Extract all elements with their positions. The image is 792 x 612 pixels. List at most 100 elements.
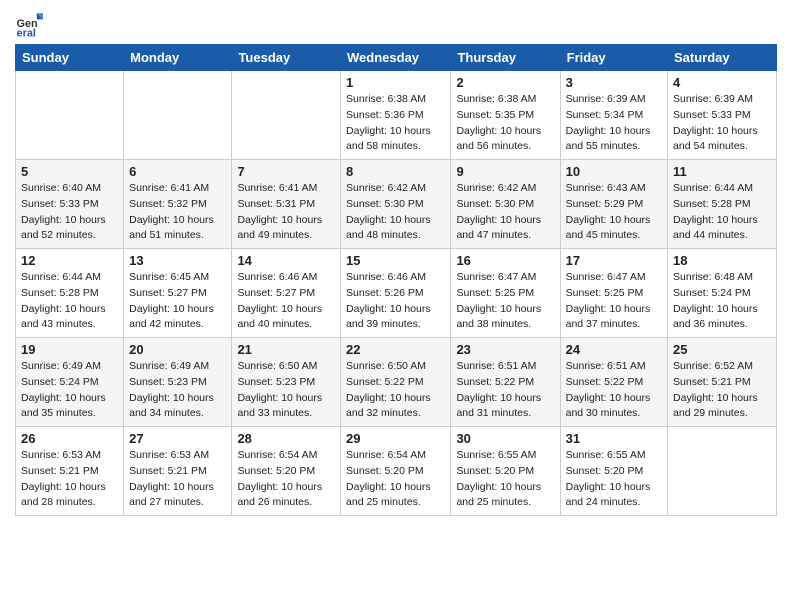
day-number: 18 [673, 253, 771, 268]
day-info: Sunrise: 6:43 AM Sunset: 5:29 PM Dayligh… [566, 181, 662, 244]
header-sunday: Sunday [16, 45, 124, 71]
calendar-cell: 18 Sunrise: 6:48 AM Sunset: 5:24 PM Dayli… [668, 249, 777, 338]
day-info: Sunrise: 6:47 AM Sunset: 5:25 PM Dayligh… [566, 270, 662, 333]
calendar-row: 5 Sunrise: 6:40 AM Sunset: 5:33 PM Daylig… [16, 160, 777, 249]
day-number: 29 [346, 431, 445, 446]
day-info: Sunrise: 6:48 AM Sunset: 5:24 PM Dayligh… [673, 270, 771, 333]
day-number: 4 [673, 75, 771, 90]
calendar-cell: 4 Sunrise: 6:39 AM Sunset: 5:33 PM Daylig… [668, 71, 777, 160]
calendar-cell: 8 Sunrise: 6:42 AM Sunset: 5:30 PM Daylig… [341, 160, 451, 249]
day-info: Sunrise: 6:53 AM Sunset: 5:21 PM Dayligh… [21, 448, 118, 511]
day-number: 7 [237, 164, 335, 179]
header-saturday: Saturday [668, 45, 777, 71]
calendar-cell: 16 Sunrise: 6:47 AM Sunset: 5:25 PM Dayli… [451, 249, 560, 338]
calendar-cell: 31 Sunrise: 6:55 AM Sunset: 5:20 PM Dayli… [560, 427, 667, 516]
day-info: Sunrise: 6:41 AM Sunset: 5:32 PM Dayligh… [129, 181, 226, 244]
calendar-cell: 1 Sunrise: 6:38 AM Sunset: 5:36 PM Daylig… [341, 71, 451, 160]
header-thursday: Thursday [451, 45, 560, 71]
day-number: 13 [129, 253, 226, 268]
day-number: 2 [456, 75, 554, 90]
page-header: Gen eral [15, 10, 777, 38]
day-info: Sunrise: 6:54 AM Sunset: 5:20 PM Dayligh… [346, 448, 445, 511]
day-number: 6 [129, 164, 226, 179]
day-number: 27 [129, 431, 226, 446]
day-number: 12 [21, 253, 118, 268]
calendar-cell: 14Sunrise: 6:46 AM Sunset: 5:27 PM Dayli… [232, 249, 341, 338]
day-info: Sunrise: 6:46 AM Sunset: 5:26 PM Dayligh… [346, 270, 445, 333]
calendar-row: 19 Sunrise: 6:49 AM Sunset: 5:24 PM Dayli… [16, 338, 777, 427]
day-number: 20 [129, 342, 226, 357]
calendar-table: SundayMondayTuesdayWednesdayThursdayFrid… [15, 44, 777, 516]
day-number: 11 [673, 164, 771, 179]
day-info: Sunrise: 6:39 AM Sunset: 5:34 PM Dayligh… [566, 92, 662, 155]
day-number: 31 [566, 431, 662, 446]
day-info: Sunrise: 6:40 AM Sunset: 5:33 PM Dayligh… [21, 181, 118, 244]
day-info: Sunrise: 6:50 AM Sunset: 5:22 PM Dayligh… [346, 359, 445, 422]
day-number: 10 [566, 164, 662, 179]
calendar-cell: 10 Sunrise: 6:43 AM Sunset: 5:29 PM Dayli… [560, 160, 667, 249]
header-row: SundayMondayTuesdayWednesdayThursdayFrid… [16, 45, 777, 71]
logo-icon: Gen eral [15, 10, 43, 38]
calendar-cell: 25 Sunrise: 6:52 AM Sunset: 5:21 PM Dayli… [668, 338, 777, 427]
calendar-row: 12 Sunrise: 6:44 AM Sunset: 5:28 PM Dayli… [16, 249, 777, 338]
day-info: Sunrise: 6:44 AM Sunset: 5:28 PM Dayligh… [673, 181, 771, 244]
day-number: 15 [346, 253, 445, 268]
calendar-cell: 17 Sunrise: 6:47 AM Sunset: 5:25 PM Dayli… [560, 249, 667, 338]
day-info: Sunrise: 6:46 AM Sunset: 5:27 PM Dayligh… [237, 270, 335, 333]
day-number: 9 [456, 164, 554, 179]
day-number: 26 [21, 431, 118, 446]
day-info: Sunrise: 6:51 AM Sunset: 5:22 PM Dayligh… [456, 359, 554, 422]
day-info: Sunrise: 6:55 AM Sunset: 5:20 PM Dayligh… [456, 448, 554, 511]
calendar-cell: 7 Sunrise: 6:41 AM Sunset: 5:31 PM Daylig… [232, 160, 341, 249]
calendar-cell: 23 Sunrise: 6:51 AM Sunset: 5:22 PM Dayli… [451, 338, 560, 427]
day-info: Sunrise: 6:50 AM Sunset: 5:23 PM Dayligh… [237, 359, 335, 422]
day-info: Sunrise: 6:52 AM Sunset: 5:21 PM Dayligh… [673, 359, 771, 422]
day-info: Sunrise: 6:41 AM Sunset: 5:31 PM Dayligh… [237, 181, 335, 244]
calendar-cell [16, 71, 124, 160]
day-info: Sunrise: 6:54 AM Sunset: 5:20 PM Dayligh… [237, 448, 335, 511]
day-info: Sunrise: 6:49 AM Sunset: 5:23 PM Dayligh… [129, 359, 226, 422]
calendar-cell: 21 Sunrise: 6:50 AM Sunset: 5:23 PM Dayli… [232, 338, 341, 427]
calendar-cell: 15 Sunrise: 6:46 AM Sunset: 5:26 PM Dayli… [341, 249, 451, 338]
day-number: 1 [346, 75, 445, 90]
header-tuesday: Tuesday [232, 45, 341, 71]
day-info: Sunrise: 6:45 AM Sunset: 5:27 PM Dayligh… [129, 270, 226, 333]
day-number: 3 [566, 75, 662, 90]
day-number: 17 [566, 253, 662, 268]
calendar-cell: 9Sunrise: 6:42 AM Sunset: 5:30 PM Daylig… [451, 160, 560, 249]
day-info: Sunrise: 6:39 AM Sunset: 5:33 PM Dayligh… [673, 92, 771, 155]
logo: Gen eral [15, 10, 47, 38]
day-info: Sunrise: 6:38 AM Sunset: 5:35 PM Dayligh… [456, 92, 554, 155]
calendar-cell: 19 Sunrise: 6:49 AM Sunset: 5:24 PM Dayli… [16, 338, 124, 427]
calendar-cell [668, 427, 777, 516]
day-number: 19 [21, 342, 118, 357]
calendar-row: 1 Sunrise: 6:38 AM Sunset: 5:36 PM Daylig… [16, 71, 777, 160]
calendar-cell [124, 71, 232, 160]
calendar-cell: 20 Sunrise: 6:49 AM Sunset: 5:23 PM Dayli… [124, 338, 232, 427]
day-info: Sunrise: 6:55 AM Sunset: 5:20 PM Dayligh… [566, 448, 662, 511]
day-number: 23 [456, 342, 554, 357]
day-info: Sunrise: 6:38 AM Sunset: 5:36 PM Dayligh… [346, 92, 445, 155]
calendar-cell: 11 Sunrise: 6:44 AM Sunset: 5:28 PM Dayli… [668, 160, 777, 249]
header-monday: Monday [124, 45, 232, 71]
calendar-row: 26 Sunrise: 6:53 AM Sunset: 5:21 PM Dayli… [16, 427, 777, 516]
day-number: 16 [456, 253, 554, 268]
calendar-cell: 29 Sunrise: 6:54 AM Sunset: 5:20 PM Dayli… [341, 427, 451, 516]
day-number: 21 [237, 342, 335, 357]
calendar-cell: 3 Sunrise: 6:39 AM Sunset: 5:34 PM Daylig… [560, 71, 667, 160]
day-number: 8 [346, 164, 445, 179]
svg-text:eral: eral [17, 27, 36, 38]
calendar-cell: 26 Sunrise: 6:53 AM Sunset: 5:21 PM Dayli… [16, 427, 124, 516]
day-info: Sunrise: 6:51 AM Sunset: 5:22 PM Dayligh… [566, 359, 662, 422]
calendar-cell: 13 Sunrise: 6:45 AM Sunset: 5:27 PM Dayli… [124, 249, 232, 338]
day-info: Sunrise: 6:47 AM Sunset: 5:25 PM Dayligh… [456, 270, 554, 333]
day-info: Sunrise: 6:53 AM Sunset: 5:21 PM Dayligh… [129, 448, 226, 511]
calendar-cell: 22Sunrise: 6:50 AM Sunset: 5:22 PM Dayli… [341, 338, 451, 427]
day-info: Sunrise: 6:42 AM Sunset: 5:30 PM Dayligh… [346, 181, 445, 244]
calendar-cell: 30 Sunrise: 6:55 AM Sunset: 5:20 PM Dayli… [451, 427, 560, 516]
day-number: 25 [673, 342, 771, 357]
day-number: 5 [21, 164, 118, 179]
day-number: 30 [456, 431, 554, 446]
day-info: Sunrise: 6:49 AM Sunset: 5:24 PM Dayligh… [21, 359, 118, 422]
day-info: Sunrise: 6:44 AM Sunset: 5:28 PM Dayligh… [21, 270, 118, 333]
